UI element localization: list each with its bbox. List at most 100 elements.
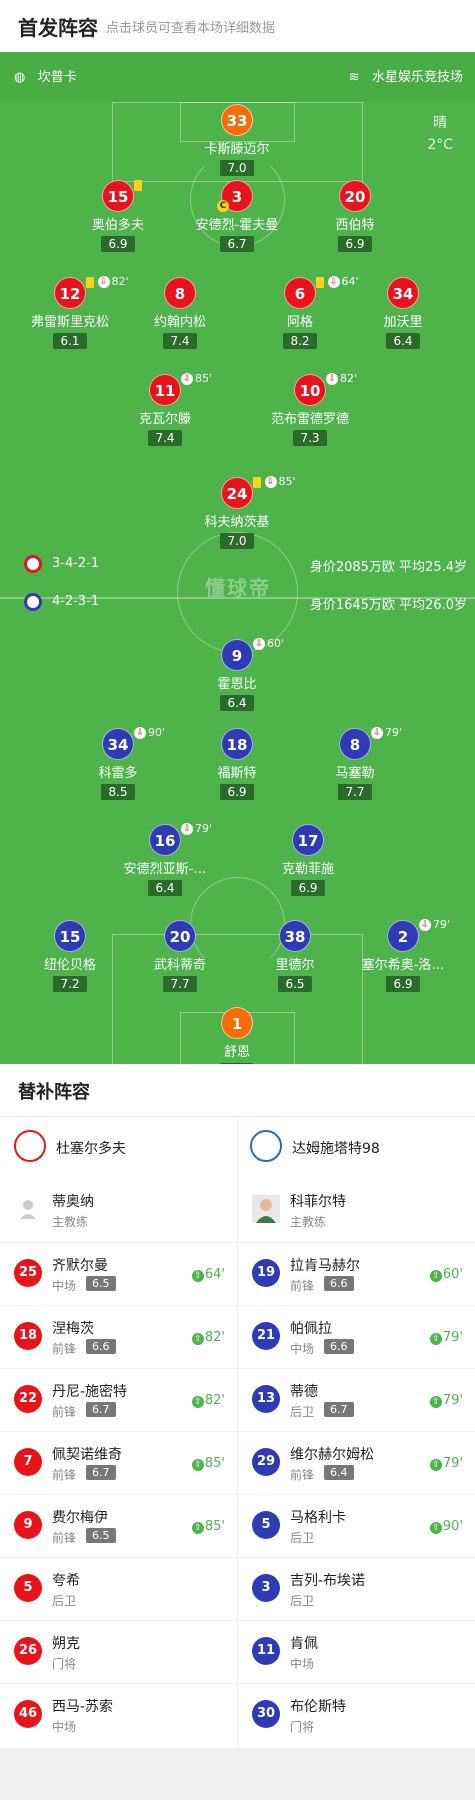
- sub-name: 帕佩拉: [290, 1321, 332, 1337]
- sub-in-minute: 82': [204, 1393, 225, 1408]
- page-title: 首发阵容: [18, 16, 98, 40]
- venue-left: ◍ 坎普卡: [14, 66, 77, 85]
- home-player[interactable]: 33 卡斯滕迈尔 7.0: [177, 104, 297, 176]
- away-sub-row[interactable]: 19 拉肯马赫尔 前锋 6.6 ⇧ 60': [238, 1242, 475, 1305]
- player-rating: 7.4: [163, 333, 197, 349]
- sub-in-indicator: ⇧ 79': [429, 1330, 463, 1345]
- venue-left-label: 坎普卡: [37, 70, 77, 85]
- player-badges: ⇩ 79': [419, 918, 450, 931]
- sub-position: 后卫: [290, 1405, 315, 1419]
- player-number: 16: [149, 824, 181, 856]
- home-sub-row[interactable]: 25 齐默尔曼 中场 6.5 ⇧ 64': [0, 1242, 237, 1305]
- sub-in-minute: 79': [442, 1330, 463, 1345]
- home-player[interactable]: 6 ⇩ 64' 阿格 8.2: [240, 275, 360, 349]
- sub-out-minute: 85': [195, 372, 213, 385]
- sub-in-indicator: ⇧ 90': [429, 1519, 463, 1534]
- home-player[interactable]: 15 奥伯多夫 6.9: [58, 179, 178, 252]
- player-badges: ⇩ 79': [181, 822, 212, 835]
- away-sub-row[interactable]: 30 布伦斯特 门将: [238, 1683, 475, 1746]
- sub-position: 中场: [52, 1279, 77, 1293]
- player-rating: 6.1: [53, 333, 87, 349]
- home-player[interactable]: 3 C 安德烈-霍夫曼 6.7: [177, 180, 297, 252]
- away-player[interactable]: 34 ⇩ 90' 科雷多 8.5: [58, 726, 178, 800]
- sub-out-icon: ⇩: [181, 373, 193, 385]
- home-player[interactable]: 12 ⇩ 82' 弗雷斯里克松 6.1: [10, 275, 130, 349]
- home-sub-row[interactable]: 46 西马-苏索 中场: [0, 1683, 237, 1746]
- sub-position: 前锋: [290, 1468, 315, 1482]
- away-sub-row[interactable]: 21 帕佩拉 中场 6.6 ⇧ 79': [238, 1305, 475, 1368]
- sub-out-icon: ⇩: [253, 638, 265, 650]
- home-player[interactable]: 34 加沃里 6.4: [343, 277, 463, 349]
- sub-out-icon: ⇩: [326, 373, 338, 385]
- away-player[interactable]: 8 ⇩ 79' 马塞勒 7.7: [295, 726, 415, 800]
- home-sub-row[interactable]: 7 佩契诺维奇 前锋 6.7 ⇧ 85': [0, 1431, 237, 1494]
- away-player[interactable]: 18 福斯特 6.9: [177, 728, 297, 800]
- player-badges: ⇩ 90': [134, 726, 165, 739]
- sub-name: 夸希: [52, 1573, 80, 1589]
- player-name: 克瓦尔滕: [138, 412, 191, 427]
- sub-number: 9: [14, 1511, 42, 1539]
- player-rating: 6.5: [278, 976, 312, 992]
- away-sub-row[interactable]: 3 吉列-布埃诺 后卫: [238, 1557, 475, 1620]
- sub-in-minute: 79': [442, 1393, 463, 1408]
- away-player[interactable]: 9 ⇩ 60' 霍恩比 6.4: [177, 637, 297, 711]
- player-badges: ⇩ 85': [181, 372, 212, 385]
- home-player[interactable]: 20 西伯特 6.9: [295, 180, 415, 252]
- away-player[interactable]: 17 克勒菲施 6.9: [248, 824, 368, 896]
- player-number: 17: [292, 824, 324, 856]
- away-sub-row[interactable]: 5 马格利卡 后卫 ⇧ 90': [238, 1494, 475, 1557]
- sub-in-indicator: ⇧ 60': [429, 1267, 463, 1282]
- sub-position: 前锋: [52, 1531, 77, 1545]
- home-formation: 3-4-2-1: [52, 556, 100, 571]
- home-sub-row[interactable]: 22 丹尼-施密特 前锋 6.7 ⇧ 82': [0, 1368, 237, 1431]
- away-player[interactable]: 20 武科蒂奇 7.7: [120, 920, 240, 992]
- away-player[interactable]: 16 ⇩ 79' 安德烈亚斯-… 6.4: [105, 822, 225, 896]
- sub-name: 西马-苏索: [52, 1699, 114, 1715]
- away-sub-row[interactable]: 29 维尔赫尔姆松 前锋 6.4 ⇧ 79': [238, 1431, 475, 1494]
- sub-in-indicator: ⇧ 85': [191, 1456, 225, 1471]
- player-name: 范布雷德罗德: [270, 412, 349, 427]
- home-player[interactable]: 11 ⇩ 85' 克瓦尔滕 7.4: [105, 372, 225, 446]
- player-rating: 6.9: [338, 236, 372, 252]
- away-player[interactable]: 2 ⇩ 79' 塞尔希奥-洛… 6.9: [343, 918, 463, 992]
- home-player[interactable]: 8 约翰内松 7.4: [120, 277, 240, 349]
- player-rating: 8.5: [101, 784, 135, 800]
- away-player[interactable]: 15 纽伦贝格 7.2: [10, 920, 130, 992]
- bottom-padding: [0, 1748, 475, 1800]
- sub-in-minute: 85': [204, 1519, 225, 1534]
- sub-name: 齐默尔曼: [52, 1258, 108, 1274]
- home-player[interactable]: 10 ⇩ 82' 范布雷德罗德 7.3: [250, 372, 370, 446]
- home-team-name: 杜塞尔多夫: [56, 1141, 126, 1157]
- sub-out-minute: 79': [433, 918, 451, 931]
- sub-name: 吉列-布埃诺: [290, 1573, 366, 1589]
- player-name: 加沃里: [383, 315, 423, 330]
- player-rating: 7.4: [148, 430, 182, 446]
- home-sub-row[interactable]: 18 涅梅茨 前锋 6.6 ⇧ 82': [0, 1305, 237, 1368]
- player-number: 15: [102, 180, 134, 212]
- away-sub-row[interactable]: 11 肯佩 中场: [238, 1620, 475, 1683]
- sub-position: 门将: [52, 1657, 77, 1671]
- venue-right-label: 水星娱乐竞技场: [371, 70, 463, 85]
- subs-title: 替补阵容: [18, 1082, 90, 1103]
- home-sub-row[interactable]: 5 夸希 后卫: [0, 1557, 237, 1620]
- player-name: 安德烈-霍夫曼: [195, 218, 279, 233]
- sub-position: 前锋: [52, 1405, 77, 1419]
- home-player[interactable]: 24 ⇩ 85' 科夫纳茨基 7.0: [177, 475, 297, 549]
- away-coach[interactable]: 科菲尔特 主教练: [238, 1179, 475, 1242]
- player-number: 20: [339, 180, 371, 212]
- home-sub-row[interactable]: 9 费尔梅伊 前锋 6.5 ⇧ 85': [0, 1494, 237, 1557]
- sub-in-icon: ⇧: [429, 1396, 442, 1408]
- away-player[interactable]: 1舒恩7.5: [177, 1007, 297, 1064]
- away-sub-row[interactable]: 13 蒂德 后卫 6.7 ⇧ 79': [238, 1368, 475, 1431]
- sub-position: 前锋: [52, 1468, 77, 1482]
- home-sub-row[interactable]: 26 朔克 门将: [0, 1620, 237, 1683]
- sub-rating: 6.6: [324, 1276, 354, 1291]
- weather: 晴 2°C: [427, 112, 453, 156]
- sub-rating: 6.4: [324, 1465, 354, 1480]
- away-player[interactable]: 38 里德尔 6.5: [235, 920, 355, 992]
- sub-in-minute: 85': [204, 1456, 225, 1471]
- player-number: 38: [279, 920, 311, 952]
- player-rating: 8.2: [283, 333, 317, 349]
- home-coach[interactable]: 蒂奥纳 主教练: [0, 1179, 237, 1242]
- sub-position: 中场: [290, 1342, 315, 1356]
